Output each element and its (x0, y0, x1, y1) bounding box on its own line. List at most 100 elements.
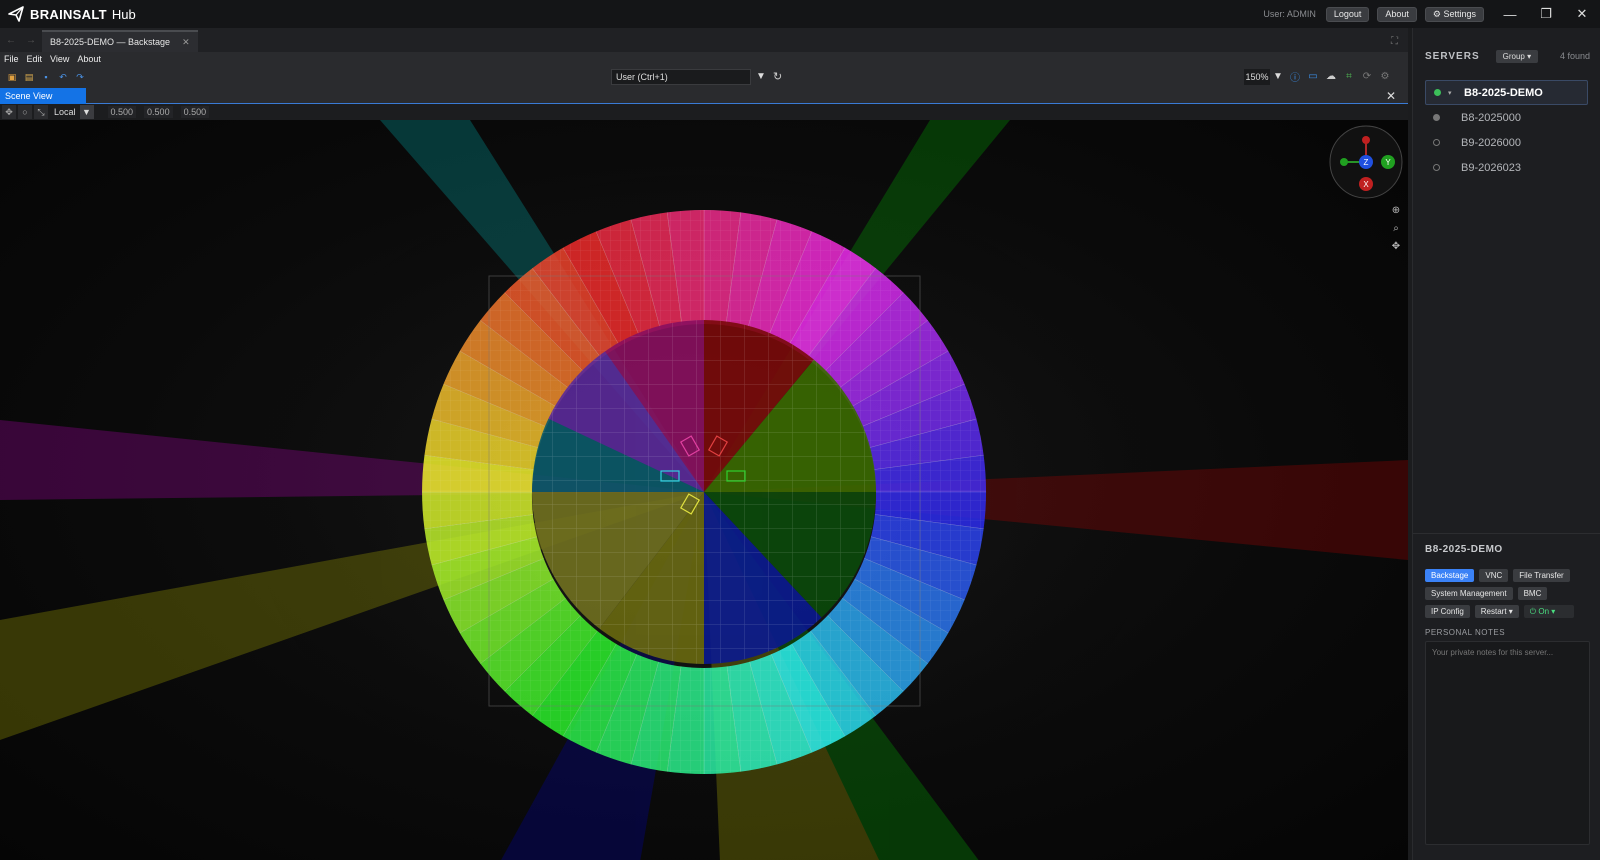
chat-icon[interactable]: ▭ (1307, 69, 1319, 83)
file-transfer-button[interactable]: File Transfer (1513, 569, 1570, 582)
main-toolbar: ▣ ▤ ▪ ↶ ↷ User (Ctrl+1) ▼ ↻ 150% ▼ ⓘ ▭ ☁… (0, 66, 1408, 88)
document-tab[interactable]: B8-2025-DEMO — Backstage ✕ (42, 30, 198, 52)
server-item-b8-2025-demo[interactable]: ▾ B8-2025-DEMO (1425, 80, 1588, 105)
gizmo-x-label: X (1363, 180, 1369, 189)
gizmo-y-label: Y (1385, 158, 1391, 167)
navigation-gizmo[interactable]: Z Y X (1328, 124, 1404, 200)
status-dot-icon (1433, 164, 1440, 171)
space-label: Local (54, 107, 76, 117)
about-button[interactable]: About (1377, 6, 1417, 22)
space-dropdown-icon[interactable]: ▼ (79, 105, 94, 119)
target-icon[interactable]: ⊕ (1390, 204, 1402, 216)
panel-divider (1413, 533, 1600, 534)
scene-close-icon[interactable]: ✕ (1386, 89, 1396, 103)
server-name: B9-2026023 (1461, 161, 1521, 174)
group-button[interactable]: Group ▾ (1495, 49, 1539, 63)
menu-file[interactable]: File (4, 54, 19, 64)
zoom-level[interactable]: 150% (1244, 69, 1270, 85)
restart-button[interactable]: Restart ▾ (1474, 605, 1519, 618)
info-icon[interactable]: ⓘ (1289, 69, 1301, 84)
chevron-down-icon[interactable]: ▼ (756, 71, 766, 82)
gear-icon[interactable]: ⚙ (1379, 69, 1391, 83)
vector-z[interactable]: 0.500 (180, 106, 210, 118)
servers-panel: SERVERS Group ▾ 4 found ▾ B8-2025-DEMO B… (1412, 28, 1600, 860)
tab-close-icon[interactable]: ✕ (182, 37, 190, 48)
user-select[interactable]: User (Ctrl+1) (611, 69, 751, 85)
caret-icon[interactable]: ▾ (1448, 89, 1454, 97)
tab-scene-view[interactable]: Scene View (0, 88, 86, 104)
save-icon[interactable]: ▪ (40, 71, 52, 83)
zoom-icon[interactable]: ⌕ (1390, 222, 1402, 234)
nav-arrows: ← → (0, 28, 42, 52)
backstage-button[interactable]: Backstage (1425, 569, 1475, 582)
app-window: BRAINSALT Hub User: ADMIN Logout About ⚙… (0, 0, 1600, 860)
sync-icon[interactable]: ⟳ (1361, 69, 1373, 83)
action-row: System Management BMC (1425, 587, 1593, 600)
paper-plane-icon (8, 6, 24, 22)
brand-name: BRAINSALT (30, 6, 107, 22)
scale-tool-icon[interactable]: ⤡ (34, 105, 48, 119)
server-list: ▾ B8-2025-DEMO B8-2025000 B9-2026000 B9-… (1413, 68, 1600, 180)
move-tool-icon[interactable]: ✥ (2, 105, 16, 119)
settings-button[interactable]: ⚙ Settings (1424, 6, 1484, 22)
rotate-tool-icon[interactable]: ○ (18, 105, 32, 119)
scene-header: Scene View ✕ (0, 88, 1408, 104)
title-bar: BRAINSALT Hub User: ADMIN Logout About ⚙… (0, 0, 1600, 28)
vector-x[interactable]: 0.500 (107, 106, 137, 118)
gizmo-z-label: Z (1364, 158, 1369, 167)
status-dot-icon (1434, 89, 1441, 96)
menu-bar: File Edit View About (0, 52, 1408, 66)
action-row: Backstage VNC File Transfer (1425, 569, 1593, 582)
document-tab-bar: ← → B8-2025-DEMO — Backstage ✕ ⛶ (0, 28, 1408, 52)
logout-button[interactable]: Logout (1325, 6, 1370, 22)
redo-icon[interactable]: ↷ (74, 71, 86, 83)
vnc-button[interactable]: VNC (1479, 569, 1509, 582)
refresh-icon[interactable]: ↻ (773, 70, 782, 83)
scene-viewport[interactable]: Z Y X ⊕ ⌕ ✥ (0, 120, 1408, 860)
zoom-dropdown-icon[interactable]: ▼ (1273, 71, 1283, 82)
server-item-b9-2026000[interactable]: B9-2026000 (1425, 130, 1588, 155)
servers-header: SERVERS Group ▾ 4 found (1413, 44, 1600, 68)
status-dot-icon (1433, 114, 1440, 121)
expand-icon[interactable]: ⛶ (1391, 36, 1398, 47)
menu-about[interactable]: About (77, 54, 101, 64)
open-folder-icon[interactable]: ▤ (23, 71, 35, 83)
servers-count: 4 found (1559, 51, 1590, 61)
power-on-button[interactable]: ⏻ On ▾ (1523, 605, 1574, 618)
restore-icon[interactable]: ❐ (1528, 0, 1564, 28)
vector-y[interactable]: 0.500 (144, 106, 173, 118)
user-label: User: ADMIN (1263, 9, 1316, 19)
back-arrow-icon[interactable]: ← (6, 35, 16, 46)
crop-icon[interactable]: ⌗ (1343, 69, 1355, 83)
menu-edit[interactable]: Edit (27, 54, 43, 64)
new-scene-icon[interactable]: ▣ (6, 71, 18, 83)
minimize-icon[interactable]: — (1492, 0, 1528, 28)
notes-label: PERSONAL NOTES (1425, 628, 1506, 637)
menu-view[interactable]: View (50, 54, 69, 64)
notes-textarea[interactable] (1425, 641, 1590, 845)
server-name: B9-2026000 (1461, 136, 1521, 149)
system-management-button[interactable]: System Management (1425, 587, 1513, 600)
ip-config-button[interactable]: IP Config (1425, 605, 1470, 618)
server-item-b8-2025000[interactable]: B8-2025000 (1425, 105, 1588, 130)
server-item-b9-2026023[interactable]: B9-2026023 (1425, 155, 1588, 180)
server-detail: B8-2025-DEMO Backstage VNC File Transfer… (1425, 544, 1593, 850)
action-row: IP Config Restart ▾ ⏻ On ▾ (1425, 605, 1593, 618)
pan-icon[interactable]: ✥ (1390, 240, 1402, 252)
document-tab-label: B8-2025-DEMO — Backstage (50, 37, 171, 47)
status-dot-icon (1433, 139, 1440, 146)
right-toolbar: ⓘ ▭ ☁ ⌗ ⟳ ⚙ (1289, 69, 1391, 84)
bmc-button[interactable]: BMC (1517, 587, 1548, 600)
close-icon[interactable]: ✕ (1564, 0, 1600, 28)
forward-arrow-icon[interactable]: → (26, 35, 36, 46)
scene-tools: ✥ ○ ⤡ Local ▼ 0.500 0.500 0.500 (0, 104, 1408, 120)
server-name: B8-2025-DEMO (1464, 86, 1543, 99)
color-wheel-scene (0, 120, 1408, 860)
undo-icon[interactable]: ↶ (57, 71, 69, 83)
cloud-icon[interactable]: ☁ (1325, 69, 1337, 83)
product-name: Hub (111, 6, 136, 22)
viewport-controls: ⊕ ⌕ ✥ (1390, 204, 1402, 252)
title-bar-controls: User: ADMIN Logout About ⚙ Settings — ❐ … (1263, 0, 1600, 28)
server-name: B8-2025000 (1461, 111, 1521, 124)
detail-title: B8-2025-DEMO (1425, 544, 1503, 555)
